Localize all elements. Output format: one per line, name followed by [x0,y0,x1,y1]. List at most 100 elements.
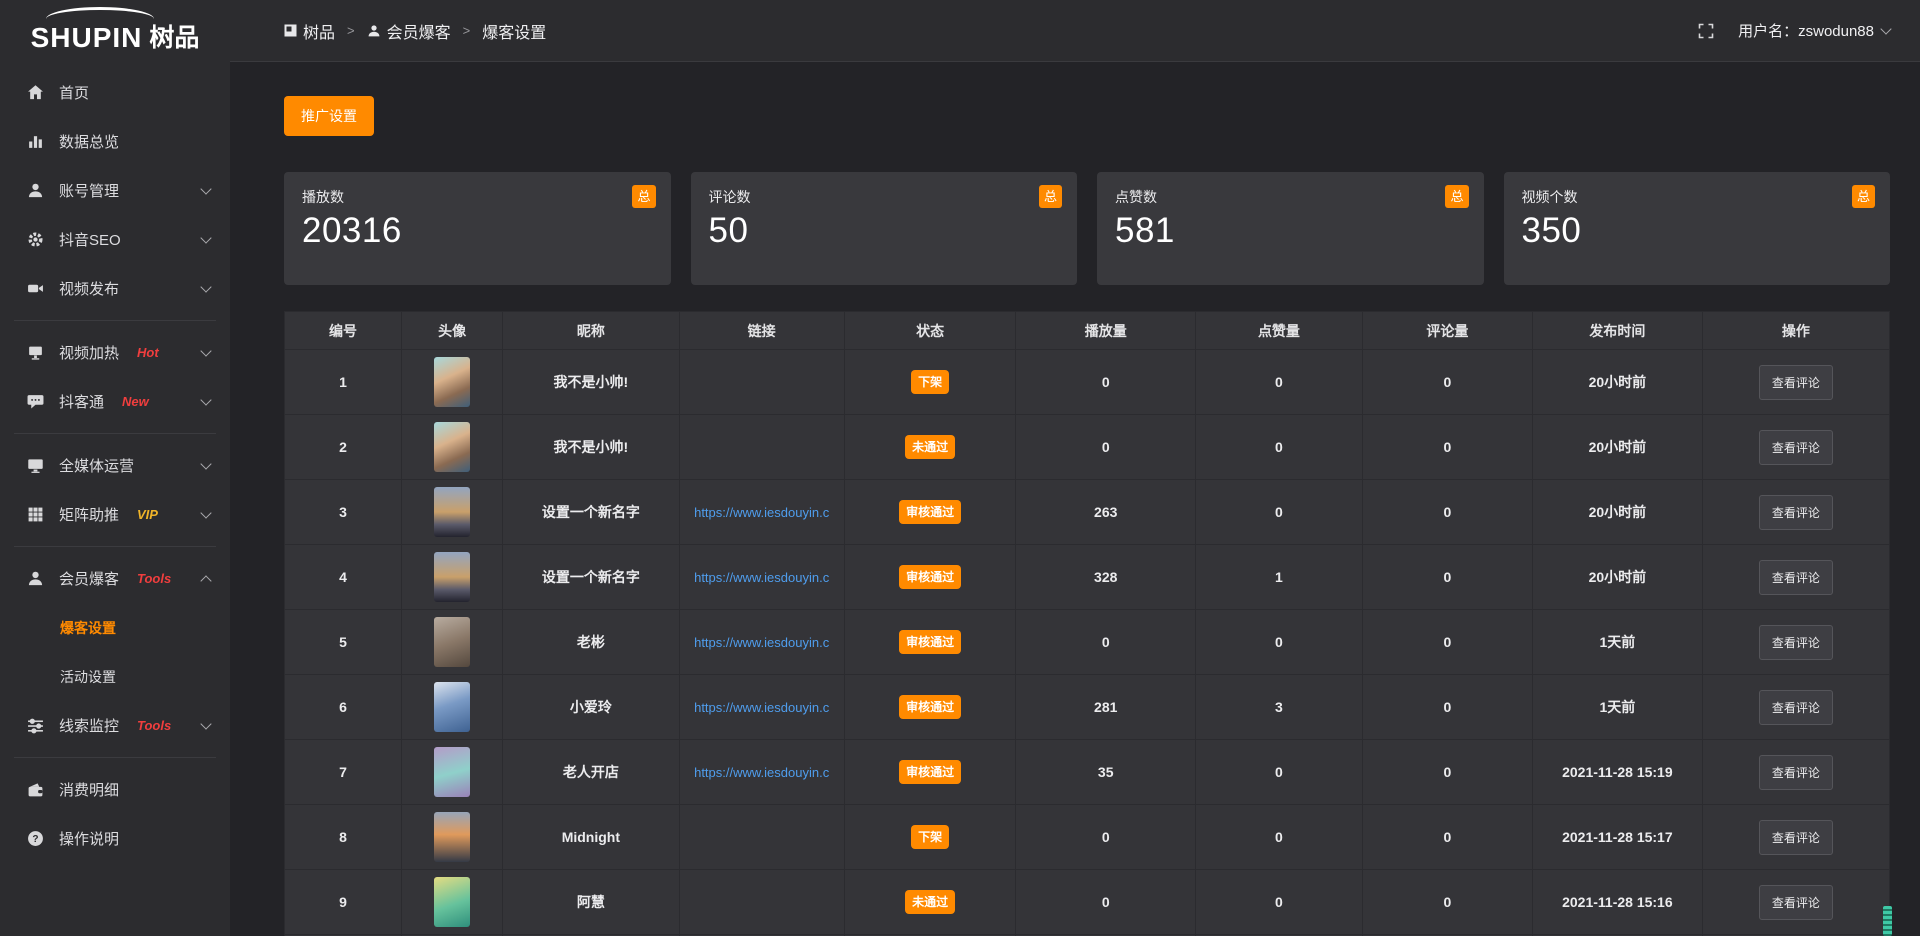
row-id: 9 [339,894,347,910]
comments-count: 0 [1443,374,1451,390]
video-link[interactable]: https://www.iesdouyin.c [694,700,829,715]
likes-count: 0 [1275,504,1283,520]
sidebar-divider [14,433,216,434]
stat-label: 播放数 [302,187,653,207]
sidebar-item-instructions[interactable]: ? 操作说明 [0,814,230,863]
user-icon [367,24,381,38]
sidebar-item-clue-monitor[interactable]: 线索监控 Tools [0,701,230,750]
svg-text:?: ? [32,834,38,845]
stat-card-likes: 点赞数 581 总 [1097,172,1484,285]
status-badge[interactable]: 下架 [911,825,949,849]
sidebar-item-label: 矩阵助推 [59,504,119,525]
video-link[interactable]: https://www.iesdouyin.c [694,505,829,520]
view-comments-button[interactable]: 查看评论 [1759,625,1833,660]
table-row: 1 我不是小帅! 下架 0 0 0 20小时前 查看评论 [285,350,1889,415]
nickname: Midnight [562,829,620,845]
status-badge[interactable]: 审核通过 [899,630,961,654]
chevron-up-icon [200,575,211,586]
view-comments-button[interactable]: 查看评论 [1759,820,1833,855]
status-badge[interactable]: 审核通过 [899,695,961,719]
view-comments-button[interactable]: 查看评论 [1759,690,1833,725]
desktop-icon [26,456,45,475]
likes-count: 0 [1275,439,1283,455]
publish-time: 1天前 [1599,632,1635,652]
sidebar-subitem-baoke-settings[interactable]: 爆客设置 [0,603,230,652]
col-header-avatar: 头像 [402,312,503,350]
row-id: 4 [339,569,347,585]
publish-time: 20小时前 [1589,502,1647,522]
nickname: 设置一个新名字 [542,567,640,587]
view-comments-button[interactable]: 查看评论 [1759,560,1833,595]
sidebar-divider [14,757,216,758]
sidebar-divider [14,320,216,321]
chevron-down-icon [200,183,211,194]
user-menu[interactable]: 用户名：zswodun88 [1738,20,1890,41]
avatar [434,682,470,732]
sidebar-item-label: 操作说明 [59,828,119,849]
status-badge[interactable]: 审核通过 [899,760,961,784]
view-comments-button[interactable]: 查看评论 [1759,430,1833,465]
comments-count: 0 [1443,699,1451,715]
breadcrumb-item-member-baoke[interactable]: 会员爆客 [367,19,451,43]
col-header-comments: 评论量 [1363,312,1533,350]
sidebar-item-video-heat[interactable]: 视频加热 Hot [0,328,230,377]
view-comments-button[interactable]: 查看评论 [1759,885,1833,920]
floating-widget[interactable] [1883,906,1892,936]
status-badge[interactable]: 未通过 [905,435,955,459]
view-comments-button[interactable]: 查看评论 [1759,365,1833,400]
sidebar-item-video-publish[interactable]: 视频发布 [0,264,230,313]
sidebar-item-douketong[interactable]: 抖客通 New [0,377,230,426]
sidebar-item-omnimedia[interactable]: 全媒体运营 [0,441,230,490]
table-row: 8 Midnight 下架 0 0 0 2021-11-28 15:17 查看评… [285,805,1889,870]
sidebar-item-douyin-seo[interactable]: 抖音SEO [0,215,230,264]
comments-count: 0 [1443,829,1451,845]
stat-value: 50 [709,211,1060,251]
publish-time: 20小时前 [1589,567,1647,587]
sliders-icon [26,716,45,735]
sidebar-divider [14,546,216,547]
promotion-settings-button[interactable]: 推广设置 [284,96,374,136]
chevron-down-icon [200,232,211,243]
row-id: 7 [339,764,347,780]
sidebar-item-home[interactable]: 首页 [0,68,230,117]
nickname: 我不是小帅! [554,437,629,457]
likes-count: 0 [1275,374,1283,390]
total-badge: 总 [1039,185,1062,208]
publish-time: 2021-11-28 15:16 [1562,894,1673,910]
new-badge: New [122,394,149,409]
sidebar-item-spending-details[interactable]: 消费明细 [0,765,230,814]
video-link[interactable]: https://www.iesdouyin.c [694,570,829,585]
comments-count: 0 [1443,894,1451,910]
plays-count: 281 [1094,699,1117,715]
nickname: 小爱玲 [570,697,612,717]
plays-count: 0 [1102,439,1110,455]
stat-card-comments: 评论数 50 总 [691,172,1078,285]
video-link[interactable]: https://www.iesdouyin.c [694,765,829,780]
sidebar-item-data-overview[interactable]: 数据总览 [0,117,230,166]
status-badge[interactable]: 审核通过 [899,565,961,589]
comments-count: 0 [1443,504,1451,520]
nickname: 阿慧 [577,892,605,912]
sidebar-item-label: 全媒体运营 [59,455,134,476]
chevron-down-icon [200,281,211,292]
stat-label: 点赞数 [1115,187,1466,207]
plays-count: 328 [1094,569,1117,585]
view-comments-button[interactable]: 查看评论 [1759,495,1833,530]
plays-count: 0 [1102,634,1110,650]
stat-value: 581 [1115,211,1466,251]
view-comments-button[interactable]: 查看评论 [1759,755,1833,790]
breadcrumb-item-home[interactable]: 树品 [284,19,335,43]
status-badge[interactable]: 审核通过 [899,500,961,524]
video-link[interactable]: https://www.iesdouyin.c [694,635,829,650]
col-header-likes: 点赞量 [1196,312,1363,350]
status-badge[interactable]: 下架 [911,370,949,394]
user-icon [26,181,45,200]
chevron-down-icon [1880,23,1891,34]
sidebar-item-label: 首页 [59,82,89,103]
sidebar-item-member-baoke[interactable]: 会员爆客 Tools [0,554,230,603]
sidebar-item-matrix-boost[interactable]: 矩阵助推 VIP [0,490,230,539]
fullscreen-icon[interactable] [1698,23,1714,39]
status-badge[interactable]: 未通过 [905,890,955,914]
sidebar-subitem-activity-settings[interactable]: 活动设置 [0,652,230,701]
sidebar-item-account-management[interactable]: 账号管理 [0,166,230,215]
